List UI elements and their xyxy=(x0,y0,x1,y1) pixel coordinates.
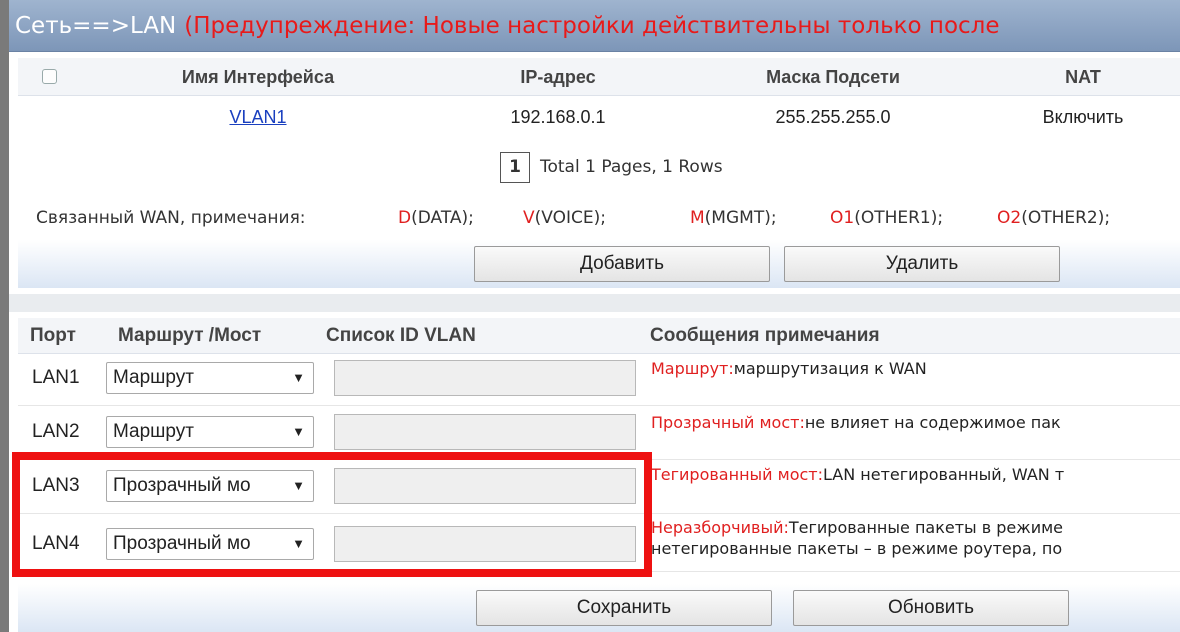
legend-item-other1: O1(OTHER1); xyxy=(830,208,944,228)
vlan-id-input-lan4[interactable] xyxy=(334,526,636,562)
port-label: LAN3 xyxy=(32,475,80,496)
column-route-bridge: Маршрут /Мост xyxy=(118,325,262,346)
vlan-id-input-lan3[interactable] xyxy=(334,468,636,504)
triangle-down-icon: ▼ xyxy=(292,370,305,385)
legend-item-other2: O2(OTHER2); xyxy=(997,208,1111,228)
port-label: LAN2 xyxy=(32,421,80,442)
interfaces-table-header: Имя Интерфейса IP-адрес Маска Подсети NA… xyxy=(18,58,1180,96)
column-nat: NAT xyxy=(1065,67,1101,87)
legend-item-data: D(DATA); xyxy=(398,208,474,228)
wan-legend: Связанный WAN, примечания: D(DATA); V(VO… xyxy=(18,200,1180,236)
pagination-info: Total 1 Pages, 1 Rows xyxy=(540,157,723,177)
column-notes: Сообщения примечания xyxy=(650,325,880,346)
legend-item-voice: V(VOICE); xyxy=(523,208,606,228)
interface-link-vlan1[interactable]: VLAN1 xyxy=(229,107,286,127)
table-row: LAN2 Маршрут ▼ Прозрачный мост:не влияет … xyxy=(18,406,1180,460)
section-separator xyxy=(9,294,1180,312)
save-button[interactable]: Сохранить xyxy=(476,590,772,626)
note-transparent-bridge: Прозрачный мост:не влияет на содержимое … xyxy=(651,413,1061,432)
triangle-down-icon: ▼ xyxy=(292,424,305,439)
refresh-button[interactable]: Обновить xyxy=(793,590,1069,626)
delete-button[interactable]: Удалить xyxy=(784,246,1060,282)
table-row: VLAN1 192.168.0.1 255.255.255.0 Включить xyxy=(18,98,1180,138)
legend-item-mgmt: M(MGMT); xyxy=(690,208,777,228)
port-label: LAN4 xyxy=(32,533,80,554)
subnet-mask-value: 255.255.255.0 xyxy=(775,107,891,127)
column-ip-address: IP-адрес xyxy=(520,67,596,87)
page-title-bar: Сеть==>LAN (Предупреждение: Новые настрой… xyxy=(9,0,1180,52)
vlan-id-input-lan2[interactable] xyxy=(334,414,636,450)
table-row: LAN4 Прозрачный мо ▼ Неразборчивый:Тегиро… xyxy=(18,514,1180,572)
page-title: Сеть==>LAN xyxy=(15,13,177,39)
mode-select-lan4[interactable]: Прозрачный мо ▼ xyxy=(106,528,314,560)
port-label: LAN1 xyxy=(32,367,80,388)
triangle-down-icon: ▼ xyxy=(292,478,305,493)
mode-select-lan3[interactable]: Прозрачный мо ▼ xyxy=(106,470,314,502)
vlan-id-input-lan1[interactable] xyxy=(334,360,636,396)
top-button-bar: Добавить Удалить xyxy=(18,240,1180,288)
column-vlan-id-list: Список ID VLAN xyxy=(326,325,476,346)
wan-legend-label: Связанный WAN, примечания: xyxy=(36,208,306,228)
table-row: LAN3 Прозрачный мо ▼ Тегированный мост:LA… xyxy=(18,460,1180,514)
note-route: Маршрут:маршрутизация к WAN xyxy=(651,359,927,378)
page-number-button[interactable]: 1 xyxy=(500,152,530,183)
note-promiscuous: Неразборчивый:Тегированные пакеты в режи… xyxy=(651,518,1063,558)
select-all-checkbox[interactable] xyxy=(42,69,57,84)
column-interface-name: Имя Интерфейса xyxy=(181,67,335,87)
column-subnet-mask: Маска Подсети xyxy=(766,67,900,87)
table-row: LAN1 Маршрут ▼ Маршрут:маршрутизация к WA… xyxy=(18,352,1180,406)
mode-select-lan2[interactable]: Маршрут ▼ xyxy=(106,416,314,448)
left-frame-bar xyxy=(0,0,9,632)
lan-table-header: Порт Маршрут /Мост Список ID VLAN Сообще… xyxy=(18,318,1180,354)
bottom-button-bar: Сохранить Обновить xyxy=(18,584,1180,632)
column-port: Порт xyxy=(30,325,76,346)
add-button[interactable]: Добавить xyxy=(474,246,770,282)
nat-value: Включить xyxy=(1042,107,1124,127)
triangle-down-icon: ▼ xyxy=(292,536,305,551)
mode-select-lan1[interactable]: Маршрут ▼ xyxy=(106,362,314,394)
ip-address-value: 192.168.0.1 xyxy=(510,107,606,127)
note-tagged-bridge: Тегированный мост:LAN нетегированный, WA… xyxy=(651,465,1065,484)
warning-text: (Предупреждение: Новые настройки действи… xyxy=(184,13,1000,39)
